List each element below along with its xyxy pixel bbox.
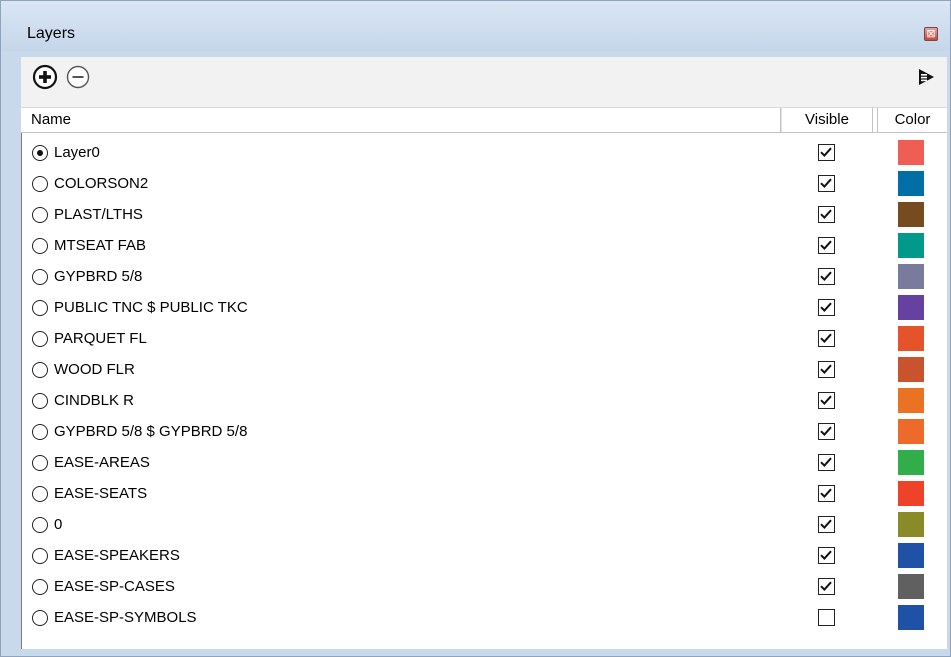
active-layer-radio[interactable] [32,486,48,502]
table-row[interactable]: WOOD FLR [22,354,948,385]
layer-name[interactable]: EASE-SP-SYMBOLS [54,609,197,626]
visible-checkbox[interactable] [818,175,835,192]
visible-checkbox[interactable] [818,609,835,626]
visible-checkbox[interactable] [818,330,835,347]
table-row[interactable]: PLAST/LTHS [22,199,948,230]
layer-color-swatch[interactable] [898,543,924,568]
layers-window: Layers ⊠ Name Visible Color Layer0 COLOR… [0,0,951,657]
layer-name[interactable]: WOOD FLR [54,361,135,378]
close-icon[interactable]: ⊠ [924,27,938,41]
active-layer-radio[interactable] [32,424,48,440]
window-title: Layers [27,25,76,42]
layer-color-swatch[interactable] [898,295,924,320]
visible-checkbox[interactable] [818,454,835,471]
visible-checkbox[interactable] [818,578,835,595]
table-row[interactable]: Layer0 [22,137,948,168]
visible-checkbox[interactable] [818,516,835,533]
layer-list: Layer0 COLORSON2 PLAST/LTHS MTSEAT FAB GYPBR… [21,133,947,649]
active-layer-radio[interactable] [32,238,48,254]
toolbar [21,57,947,107]
layer-name[interactable]: GYPBRD 5/8 $ GYPBRD 5/8 [54,423,247,440]
layer-name[interactable]: PLAST/LTHS [54,206,143,223]
visible-checkbox[interactable] [818,361,835,378]
visible-checkbox[interactable] [818,485,835,502]
layer-name[interactable]: MTSEAT FAB [54,237,146,254]
layer-color-swatch[interactable] [898,140,924,165]
active-layer-radio[interactable] [32,331,48,347]
table-row[interactable]: MTSEAT FAB [22,230,948,261]
plus-circle-icon[interactable] [30,62,60,92]
table-row[interactable]: COLORSON2 [22,168,948,199]
layer-color-swatch[interactable] [898,171,924,196]
active-layer-radio[interactable] [32,145,48,161]
title-bar[interactable]: Layers ⊠ [1,1,950,51]
layer-color-swatch[interactable] [898,357,924,382]
visible-checkbox[interactable] [818,144,835,161]
active-layer-radio[interactable] [32,269,48,285]
table-row[interactable]: PARQUET FL [22,323,948,354]
visible-checkbox[interactable] [818,423,835,440]
table-row[interactable]: PUBLIC TNC $ PUBLIC TKC [22,292,948,323]
layer-color-swatch[interactable] [898,512,924,537]
layer-name[interactable]: EASE-AREAS [54,454,150,471]
active-layer-radio[interactable] [32,610,48,626]
active-layer-radio[interactable] [32,393,48,409]
layer-color-swatch[interactable] [898,233,924,258]
active-layer-radio[interactable] [32,362,48,378]
visible-checkbox[interactable] [818,268,835,285]
layer-name[interactable]: PARQUET FL [54,330,147,347]
layer-name[interactable]: EASE-SEATS [54,485,147,502]
table-row[interactable]: GYPBRD 5/8 [22,261,948,292]
table-row[interactable]: EASE-SP-SYMBOLS [22,602,948,633]
layer-color-swatch[interactable] [898,264,924,289]
layer-color-swatch[interactable] [898,574,924,599]
layer-name[interactable]: 0 [54,516,62,533]
visible-checkbox[interactable] [818,206,835,223]
visible-checkbox[interactable] [818,299,835,316]
layer-color-swatch[interactable] [898,419,924,444]
layers-panel: Name Visible Color Layer0 COLORSON2 PLAST/… [21,57,947,649]
table-row[interactable]: GYPBRD 5/8 $ GYPBRD 5/8 [22,416,948,447]
layer-name[interactable]: PUBLIC TNC $ PUBLIC TKC [54,299,248,316]
layer-name[interactable]: CINDBLK R [54,392,134,409]
layer-name[interactable]: GYPBRD 5/8 [54,268,142,285]
table-row[interactable]: EASE-AREAS [22,447,948,478]
active-layer-radio[interactable] [32,176,48,192]
layer-name[interactable]: COLORSON2 [54,175,148,192]
active-layer-radio[interactable] [32,579,48,595]
layer-color-swatch[interactable] [898,450,924,475]
table-row[interactable]: CINDBLK R [22,385,948,416]
layer-color-swatch[interactable] [898,605,924,630]
table-row[interactable]: 0 [22,509,948,540]
column-header-color[interactable]: Color [877,108,947,132]
visible-checkbox[interactable] [818,547,835,564]
layer-color-swatch[interactable] [898,481,924,506]
visible-checkbox[interactable] [818,237,835,254]
minus-circle-icon[interactable] [63,62,93,92]
column-header-visible[interactable]: Visible [781,108,873,132]
details-arrow-icon[interactable] [911,62,941,92]
layer-color-swatch[interactable] [898,202,924,227]
layer-name[interactable]: EASE-SP-CASES [54,578,175,595]
table-row[interactable]: EASE-SP-CASES [22,571,948,602]
table-header: Name Visible Color [21,107,947,133]
active-layer-radio[interactable] [32,207,48,223]
active-layer-radio[interactable] [32,300,48,316]
layer-name[interactable]: EASE-SPEAKERS [54,547,180,564]
layer-name[interactable]: Layer0 [54,144,100,161]
active-layer-radio[interactable] [32,517,48,533]
column-header-name[interactable]: Name [21,108,781,132]
layer-color-swatch[interactable] [898,326,924,351]
active-layer-radio[interactable] [32,455,48,471]
layer-color-swatch[interactable] [898,388,924,413]
table-row[interactable]: EASE-SPEAKERS [22,540,948,571]
active-layer-radio[interactable] [32,548,48,564]
table-row[interactable]: EASE-SEATS [22,478,948,509]
visible-checkbox[interactable] [818,392,835,409]
